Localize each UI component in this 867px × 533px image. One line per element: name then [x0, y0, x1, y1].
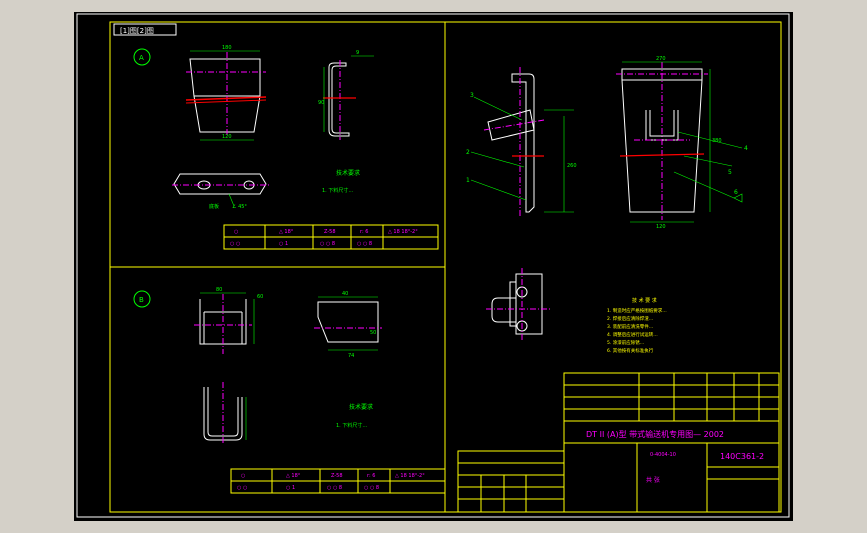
view-b-table-cell: Z-58 — [331, 473, 343, 479]
assembly-leader-3 — [473, 96, 523, 121]
assembly-leader-5 — [683, 155, 733, 167]
view-a-table-cell: Z-58 — [324, 229, 336, 235]
view-a-dim-bottom: 120 — [222, 134, 232, 140]
view-a-plate-label: 底板 — [209, 203, 219, 210]
assembly-plan-plate — [515, 273, 543, 335]
view-b-table-cell: △ 18° — [286, 473, 301, 479]
view-a-table-cell: ○ ○ 8 — [320, 241, 335, 247]
assembly-balloon-4: 4 — [744, 145, 748, 152]
assembly-balloon-3: 3 — [470, 92, 474, 99]
view-a-callout: ∠ 45° — [232, 204, 247, 210]
assembly-notes-title: 技 术 要 求 — [632, 297, 657, 304]
view-a-dim-top: 180 — [222, 45, 232, 51]
view-a-table-cell: ○ ○ 8 — [357, 241, 372, 247]
view-a-side-profile — [328, 62, 350, 137]
view-b-table-cell: ○ 1 — [286, 485, 295, 491]
view-a-table: ○ △ 18° Z-58 r: 6 △ 18 18°-2° ○ ○ ○ 1 ○ … — [223, 224, 439, 250]
outer-frame — [76, 13, 790, 518]
view-b-dim-bottom: 74 — [348, 353, 354, 359]
view-b-table-cell: ○ ○ — [237, 485, 247, 491]
section-a-marker: A — [139, 54, 144, 62]
view-b-table-cell: ○ ○ 8 — [327, 485, 342, 491]
view-b-plate-outline — [317, 301, 379, 343]
assembly-view: 3 2 1 260 270 120 380 4 5 6 技 术 要 求 1. 制… — [466, 56, 748, 354]
section-b-marker: B — [139, 296, 144, 304]
assembly-balloon-2: 2 — [466, 149, 470, 156]
assembly-note: 6. 其他按有关标准执行 — [607, 347, 654, 354]
parts-list — [457, 450, 565, 513]
view-a-plate-outline — [173, 173, 267, 195]
assembly-note: 2. 焊接后应清除焊渣… — [607, 315, 653, 322]
view-b-note-title: 技术要求 — [349, 403, 373, 411]
view-b-dim-top: 80 — [216, 287, 222, 293]
assembly-note: 3. 装配前应清洗零件… — [607, 323, 653, 330]
view-a-note-title: 技术要求 — [336, 169, 360, 177]
view-a-table-cell: ○ 1 — [279, 241, 288, 247]
view-b: B 80 60 40 74 50 技术要求 1. 下料尺寸… ○ △ 18° Z… — [133, 287, 446, 494]
view-b-note-item: 1. 下料尺寸… — [336, 422, 367, 429]
view-a-table-cell: △ 18 18°-2° — [388, 229, 418, 235]
view-b-table-cell: r: 6 — [367, 473, 375, 479]
title-block: DT II (A)型 带式输送机专用图— 2002 0-4004-10 140C… — [457, 372, 780, 513]
view-b-table-cell: △ 18 18°-2° — [395, 473, 425, 479]
assembly-balloon-5: 5 — [728, 169, 732, 176]
assembly-balloon-6: 6 — [734, 189, 738, 196]
view-a-section-line — [185, 96, 267, 101]
view-b-dim-right: 60 — [257, 294, 263, 300]
assembly-side-centerline-h — [483, 119, 545, 131]
assembly-dim-top: 270 — [656, 56, 666, 62]
assembly-leader-6 — [673, 171, 735, 199]
title-block-code: 0-4004-10 — [650, 452, 676, 458]
title-block-drawing-no: 140C361-2 — [720, 452, 764, 461]
sheet-tag: [1]图[2]图 — [120, 27, 154, 35]
cad-drawing: [1]图[2]图 A 180 120 9 90 底板 ∠ 45° 技术要求 1.… — [76, 13, 790, 518]
view-b-dim-width: 40 — [342, 291, 348, 297]
assembly-dim-bottom: 120 — [656, 224, 666, 230]
title-block-sheet-label: 共 张 — [646, 476, 660, 484]
drawing-sheet: [1]图[2]图 A 180 120 9 90 底板 ∠ 45° 技术要求 1.… — [74, 12, 793, 521]
view-a-table-cell: ○ ○ — [230, 241, 240, 247]
view-a-table-cell: △ 18° — [279, 229, 294, 235]
assembly-note: 1. 制造时应严格按图纸要求… — [607, 307, 667, 314]
assembly-leader-2 — [470, 151, 525, 168]
view-a-table-cell: ○ — [234, 229, 238, 235]
view-a: A 180 120 9 90 底板 ∠ 45° 技术要求 1. 下料尺寸… ○ … — [133, 45, 439, 250]
assembly-leader-1 — [470, 179, 527, 201]
view-a-dim-side-a: 9 — [356, 50, 359, 56]
view-a-dim-side-b: 90 — [318, 100, 324, 106]
assembly-note: 5. 涂漆前应除锈… — [607, 339, 644, 346]
view-a-note-item: 1. 下料尺寸… — [322, 187, 353, 194]
view-a-section-line-2 — [185, 99, 267, 104]
assembly-plan-hook — [491, 297, 516, 323]
assembly-balloon-1: 1 — [466, 177, 470, 184]
view-b-table-cell: ○ ○ 8 — [364, 485, 379, 491]
assembly-plan-tab — [509, 281, 517, 327]
assembly-dim-right: 260 — [567, 163, 577, 169]
view-b-table: ○ △ 18° Z-58 r: 6 △ 18 18°-2° ○ ○ ○ 1 ○ … — [230, 468, 446, 494]
view-a-table-cell: r: 6 — [360, 229, 368, 235]
assembly-note: 4. 调整后应进行试运转… — [607, 331, 658, 338]
assembly-side-bracket — [511, 73, 535, 213]
view-b-table-cell: ○ — [241, 473, 245, 479]
title-block-title: DT II (A)型 带式输送机专用图— 2002 — [586, 429, 724, 439]
view-b-dim-height: 50 — [370, 330, 376, 336]
